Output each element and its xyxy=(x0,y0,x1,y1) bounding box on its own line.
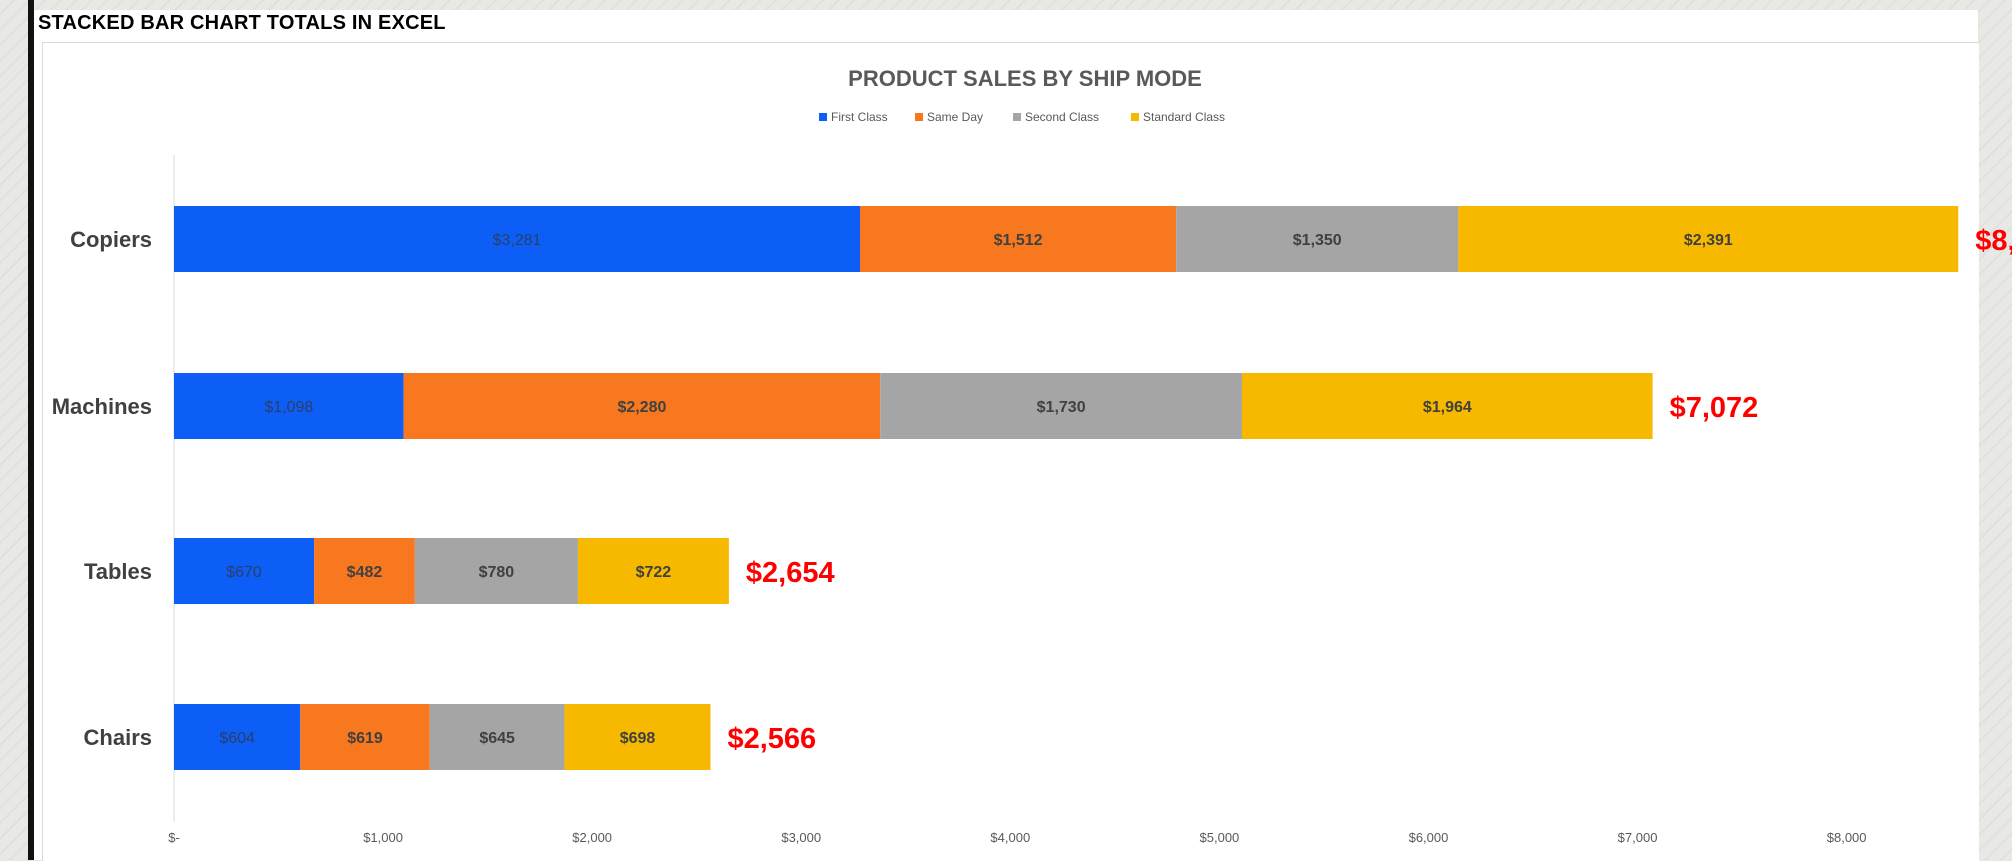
data-label-1-0: $1,098 xyxy=(264,399,313,416)
legend-entry-1: Same Day xyxy=(927,110,983,124)
x-tick-label-4: $4,000 xyxy=(990,830,1030,845)
data-label-2-2: $780 xyxy=(479,564,515,581)
total-label-2: $2,654 xyxy=(746,557,835,589)
legend-entry-0: First Class xyxy=(831,110,888,124)
data-label-0-0: $3,281 xyxy=(493,232,542,249)
legend-entry-2: Second Class xyxy=(1025,110,1099,124)
data-label-3-1: $619 xyxy=(347,730,383,747)
x-tick-label-8: $8,000 xyxy=(1827,830,1867,845)
legend-entry-3: Standard Class xyxy=(1143,110,1225,124)
category-label-2: Tables xyxy=(84,559,152,584)
data-label-1-2: $1,730 xyxy=(1037,399,1086,416)
legend-swatch-0 xyxy=(819,113,827,121)
data-label-2-1: $482 xyxy=(347,564,383,581)
x-tick-label-3: $3,000 xyxy=(781,830,821,845)
legend-swatch-1 xyxy=(915,113,923,121)
data-label-1-3: $1,964 xyxy=(1423,399,1472,416)
data-label-3-2: $645 xyxy=(479,730,515,747)
total-label-3: $2,566 xyxy=(727,723,816,755)
x-tick-label-1: $1,000 xyxy=(363,830,403,845)
legend-swatch-2 xyxy=(1013,113,1021,121)
category-label-3: Chairs xyxy=(84,725,152,750)
legend-swatch-3 xyxy=(1131,113,1139,121)
data-label-3-0: $604 xyxy=(219,730,255,747)
data-label-2-0: $670 xyxy=(226,564,262,581)
chart-title: PRODUCT SALES BY SHIP MODE xyxy=(848,66,1202,91)
data-label-3-3: $698 xyxy=(620,730,656,747)
data-label-1-1: $2,280 xyxy=(617,399,666,416)
category-label-1: Machines xyxy=(52,394,152,419)
x-tick-label-2: $2,000 xyxy=(572,830,612,845)
x-tick-label-7: $7,000 xyxy=(1618,830,1658,845)
category-label-0: Copiers xyxy=(70,227,152,252)
data-label-0-1: $1,512 xyxy=(994,232,1043,249)
data-label-2-3: $722 xyxy=(636,564,672,581)
x-tick-label-0: $- xyxy=(168,830,180,845)
stacked-bar-chart[interactable]: PRODUCT SALES BY SHIP MODE First Class Sam… xyxy=(0,0,2012,860)
total-label-1: $7,072 xyxy=(1670,392,1759,424)
x-tick-label-5: $5,000 xyxy=(1200,830,1240,845)
data-label-0-2: $1,350 xyxy=(1293,232,1342,249)
total-label-0: $8,534 xyxy=(1975,225,2012,257)
data-label-0-3: $2,391 xyxy=(1684,232,1733,249)
x-tick-label-6: $6,000 xyxy=(1409,830,1449,845)
